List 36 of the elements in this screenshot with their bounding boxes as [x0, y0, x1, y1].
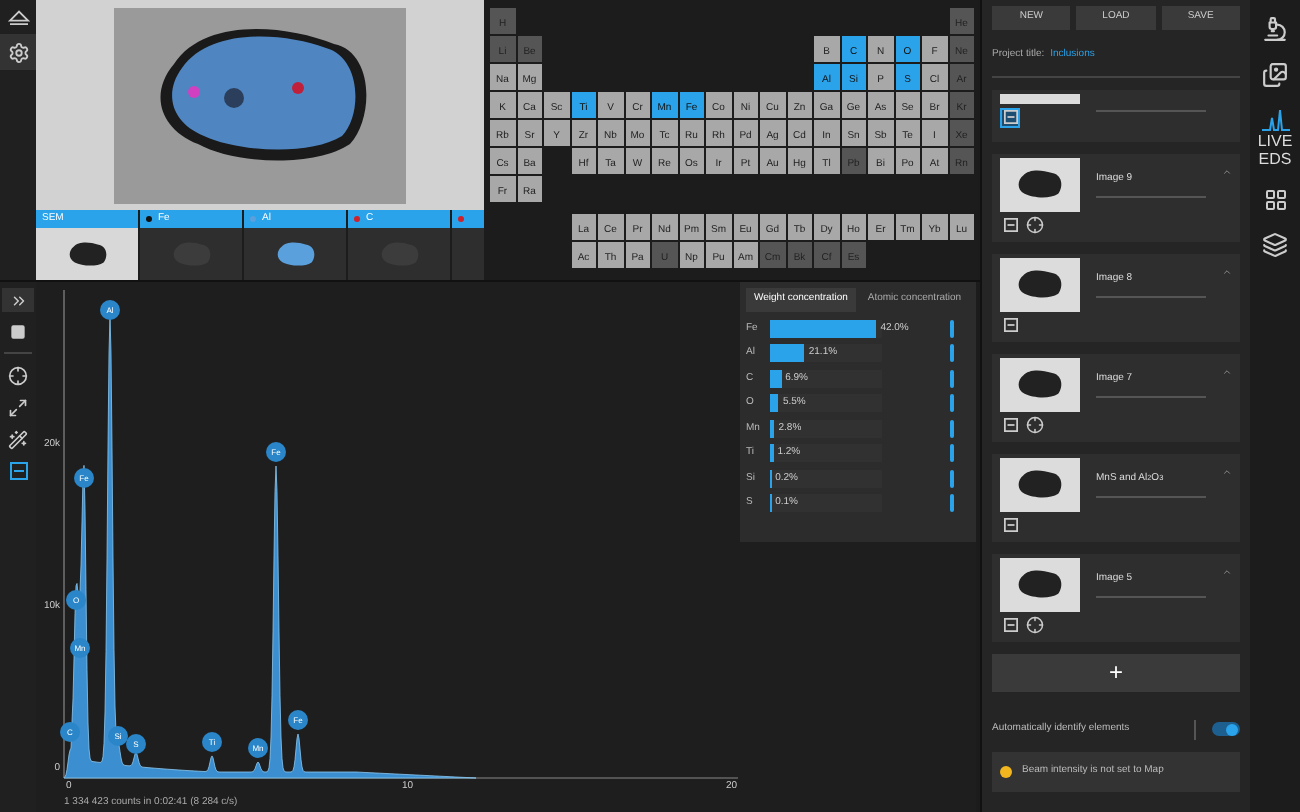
map-icon[interactable]: [1000, 215, 1020, 235]
add-button[interactable]: +: [992, 653, 1240, 691]
map-icon[interactable]: [9, 462, 27, 480]
slider-marker-icon[interactable]: [950, 319, 954, 338]
crosshair-icon[interactable]: [8, 366, 28, 386]
map-icon[interactable]: [1000, 415, 1020, 435]
map-icon[interactable]: [1000, 615, 1020, 635]
crosshair-icon[interactable]: [1026, 416, 1044, 434]
settings-icon[interactable]: [7, 41, 29, 63]
resize-arrows-icon[interactable]: [8, 398, 28, 418]
live-eds-label: LIVE EDS: [1255, 132, 1295, 168]
spectrum-icon: [1259, 108, 1291, 132]
grid-icon[interactable]: [1263, 188, 1287, 212]
slider-marker-icon[interactable]: [950, 469, 954, 488]
slider-marker-icon[interactable]: [950, 394, 954, 413]
image-thumbnail: [1000, 93, 1080, 103]
slider-marker-icon[interactable]: [950, 494, 954, 513]
crosshair-icon[interactable]: [1026, 616, 1044, 634]
microscope-icon[interactable]: [1262, 16, 1288, 42]
map-icon[interactable]: [1000, 515, 1020, 535]
map-icon[interactable]: [1000, 107, 1020, 127]
image-card[interactable]: [992, 89, 1240, 141]
wand-icon[interactable]: [8, 430, 28, 450]
stage-icon[interactable]: [7, 8, 29, 26]
slider-marker-icon[interactable]: [950, 344, 954, 363]
slider-marker-icon[interactable]: [950, 419, 954, 438]
images-icon[interactable]: [1262, 62, 1288, 88]
toggle-switch[interactable]: [1212, 722, 1240, 736]
stop-icon[interactable]: [10, 324, 26, 340]
live-eds-tab[interactable]: LIVE EDS: [1253, 108, 1297, 168]
crosshair-icon[interactable]: [1026, 216, 1044, 234]
slider-marker-icon[interactable]: [950, 369, 954, 388]
expand-icon[interactable]: [9, 291, 27, 309]
map-icon[interactable]: [1000, 315, 1020, 335]
slider-marker-icon[interactable]: [950, 444, 954, 463]
layers-icon[interactable]: [1262, 232, 1288, 258]
